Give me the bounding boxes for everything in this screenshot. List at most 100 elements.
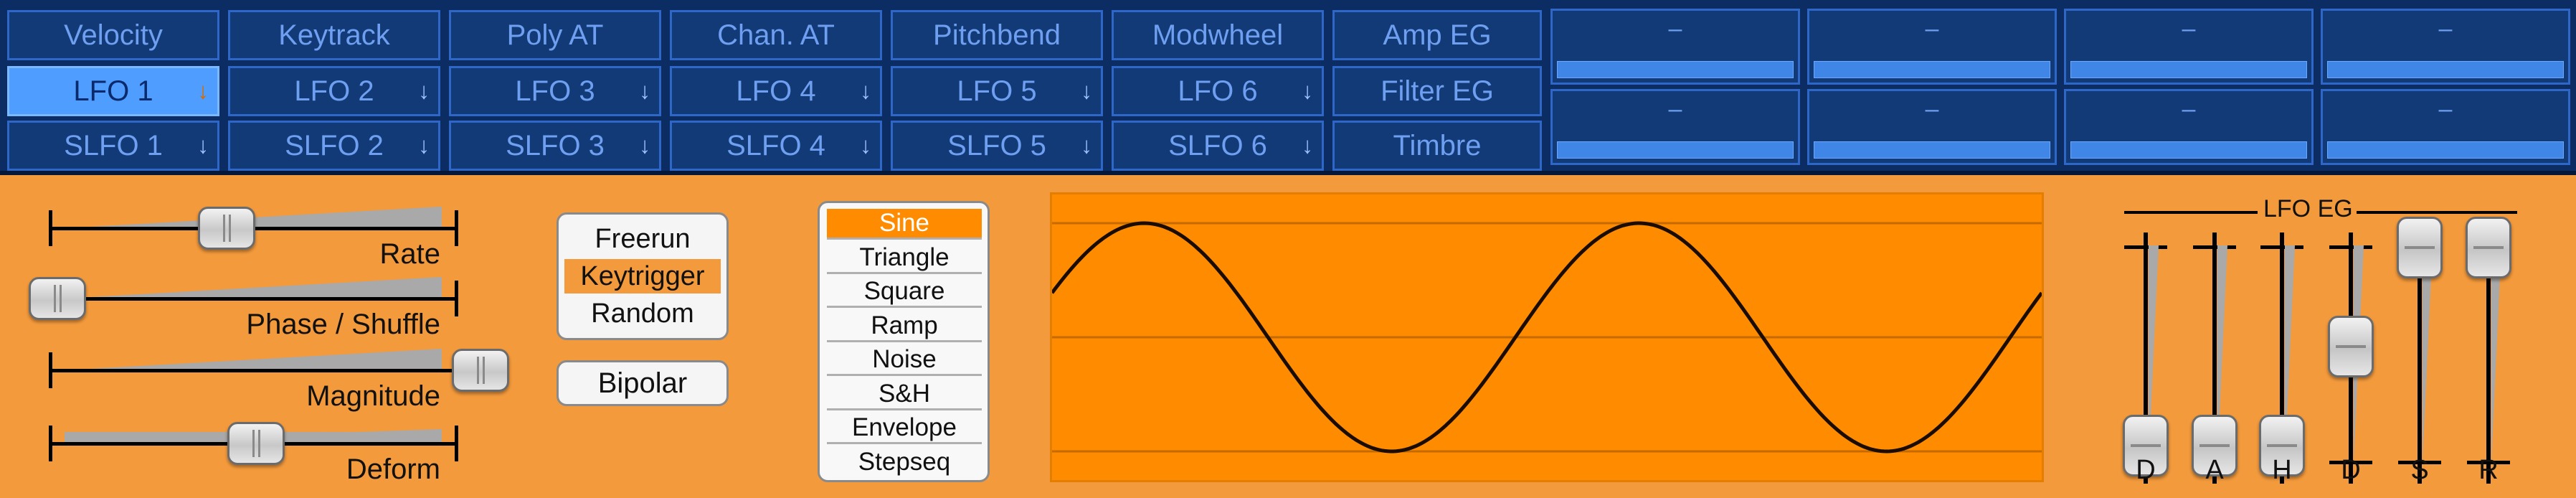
source-lfo-1[interactable]: LFO 1 ↓ — [7, 66, 219, 116]
eg-fader-4-s[interactable] — [2397, 217, 2443, 484]
source-slfo-5[interactable]: SLFO 5 ↓ — [891, 121, 1103, 171]
source-label: LFO 1 — [73, 75, 153, 107]
dropdown-arrow-icon[interactable]: ↓ — [1302, 133, 1313, 159]
mod-slot-3a[interactable]: – — [2064, 9, 2314, 85]
source-amp-eg[interactable]: Amp EG — [1332, 10, 1542, 60]
bipolar-button[interactable]: Bipolar — [557, 360, 729, 406]
source-timbre[interactable]: Timbre — [1332, 121, 1542, 171]
source-label: Poly AT — [506, 19, 604, 51]
source-label: LFO 4 — [736, 75, 816, 107]
source-lfo-4[interactable]: LFO 4 ↓ — [670, 66, 882, 116]
source-filter-eg[interactable]: Filter EG — [1332, 66, 1542, 116]
source-lfo-3[interactable]: LFO 3 ↓ — [449, 66, 661, 116]
source-label: LFO 2 — [294, 75, 374, 107]
waveform-option-envelope[interactable]: Envelope — [827, 413, 982, 444]
trigger-keytrigger[interactable]: Keytrigger — [564, 259, 721, 293]
waveform-option-sine[interactable]: Sine — [827, 209, 982, 240]
slider-track[interactable] — [50, 297, 456, 301]
waveform-option-noise[interactable]: Noise — [827, 345, 982, 376]
source-slfo-4[interactable]: SLFO 4 ↓ — [670, 121, 882, 171]
source-poly-at[interactable]: Poly AT — [449, 10, 661, 60]
slider-label-phase-shuffle: Phase / Shuffle — [246, 309, 440, 340]
source-label: LFO 6 — [1178, 75, 1258, 107]
waveform-list: Sine Triangle Square Ramp Noise S&H Envelope St… — [818, 201, 990, 482]
dropdown-arrow-icon[interactable]: ↓ — [197, 78, 209, 105]
eg-fader-3-d[interactable] — [2328, 232, 2374, 484]
trigger-random[interactable]: Random — [564, 296, 721, 331]
source-slfo-1[interactable]: SLFO 1 ↓ — [7, 121, 219, 171]
source-label: SLFO 6 — [1168, 129, 1267, 161]
eg-fader-2-h[interactable] — [2259, 232, 2305, 484]
waveform-option-square[interactable]: Square — [827, 277, 982, 308]
waveform-option-stepseq[interactable]: Stepseq — [827, 448, 982, 476]
source-label: LFO 5 — [957, 75, 1037, 107]
source-label: Amp EG — [1383, 19, 1492, 51]
dropdown-arrow-icon[interactable]: ↓ — [639, 78, 650, 105]
trigger-freerun[interactable]: Freerun — [564, 222, 721, 256]
lfo-panel: Rate Phase / Shuffle Magnitude Deform Freer… — [0, 175, 2576, 498]
waveform-option-s-h[interactable]: S&H — [827, 380, 982, 410]
source-velocity[interactable]: Velocity — [7, 10, 219, 60]
mod-slot-4a[interactable]: – — [2321, 9, 2570, 85]
dropdown-arrow-icon[interactable]: ↓ — [1302, 78, 1313, 105]
fader-tick — [2124, 245, 2167, 249]
mod-slot-2a[interactable]: – — [1807, 9, 2057, 85]
mod-slot-4b[interactable]: – — [2321, 89, 2570, 165]
eg-stage-label: S — [2410, 455, 2429, 485]
source-label: Pitchbend — [933, 19, 1061, 51]
slider-label-rate: Rate — [379, 238, 441, 270]
slider-handle-phase-shuffle[interactable] — [29, 277, 86, 320]
lfo-waveform-graph — [1051, 221, 2044, 454]
slider-label-magnitude: Magnitude — [306, 380, 440, 412]
mod-slot-1b[interactable]: – — [1550, 89, 1800, 165]
fader-handle[interactable] — [2466, 217, 2511, 278]
source-lfo-2[interactable]: LFO 2 ↓ — [228, 66, 440, 116]
eg-fader-0-d[interactable] — [2123, 232, 2169, 484]
mod-slot-1a[interactable]: – — [1550, 9, 1800, 85]
source-keytrack[interactable]: Keytrack — [228, 10, 440, 60]
mod-slot-3b[interactable]: – — [2064, 89, 2314, 165]
fader-tick — [2260, 245, 2303, 249]
slider-end-tick — [49, 352, 52, 388]
source-slfo-2[interactable]: SLFO 2 ↓ — [228, 121, 440, 171]
waveform-option-ramp[interactable]: Ramp — [827, 311, 982, 342]
source-modwheel[interactable]: Modwheel — [1112, 10, 1324, 60]
dropdown-arrow-icon[interactable]: ↓ — [1081, 133, 1092, 159]
slider-track[interactable] — [50, 369, 456, 372]
source-lfo-6[interactable]: LFO 6 ↓ — [1112, 66, 1324, 116]
modulation-source-strip: Velocity Keytrack Poly AT Chan. AT Pitchbend… — [0, 0, 2576, 175]
dropdown-arrow-icon[interactable]: ↓ — [197, 133, 209, 159]
dropdown-arrow-icon[interactable]: ↓ — [860, 78, 871, 105]
source-chan-at[interactable]: Chan. AT — [670, 10, 882, 60]
mod-slot-bar — [2070, 61, 2307, 78]
mod-slot-dash: – — [1925, 95, 1939, 123]
waveform-option-triangle[interactable]: Triangle — [827, 243, 982, 274]
eg-fader-1-a[interactable] — [2192, 232, 2238, 484]
dropdown-arrow-icon[interactable]: ↓ — [418, 133, 430, 159]
slider-end-tick — [455, 426, 458, 461]
fader-tick — [2329, 245, 2372, 249]
dropdown-arrow-icon[interactable]: ↓ — [639, 133, 650, 159]
dropdown-arrow-icon[interactable]: ↓ — [1081, 78, 1092, 105]
mod-slot-bar — [1557, 61, 1794, 78]
fader-tick — [2193, 245, 2236, 249]
fader-handle[interactable] — [2397, 217, 2443, 278]
source-pitchbend[interactable]: Pitchbend — [891, 10, 1103, 60]
mod-slot-dash: – — [2438, 15, 2453, 42]
slider-handle-magnitude[interactable] — [452, 349, 509, 392]
source-slfo-3[interactable]: SLFO 3 ↓ — [449, 121, 661, 171]
dropdown-arrow-icon[interactable]: ↓ — [860, 133, 871, 159]
mod-slot-dash: – — [1668, 95, 1682, 123]
mod-slot-bar — [2070, 141, 2307, 159]
source-lfo-5[interactable]: LFO 5 ↓ — [891, 66, 1103, 116]
mod-slot-2b[interactable]: – — [1807, 89, 2057, 165]
slider-end-tick — [455, 210, 458, 246]
fader-handle[interactable] — [2328, 316, 2374, 377]
slider-end-tick — [49, 426, 52, 461]
dropdown-arrow-icon[interactable]: ↓ — [418, 78, 430, 105]
trigger-mode-group: Freerun Keytrigger Random — [557, 212, 729, 340]
lfo-eg-rule-right — [2357, 211, 2517, 214]
source-slfo-6[interactable]: SLFO 6 ↓ — [1112, 121, 1324, 171]
lfo-waveform-display — [1050, 192, 2044, 482]
eg-fader-5-r[interactable] — [2466, 217, 2511, 484]
